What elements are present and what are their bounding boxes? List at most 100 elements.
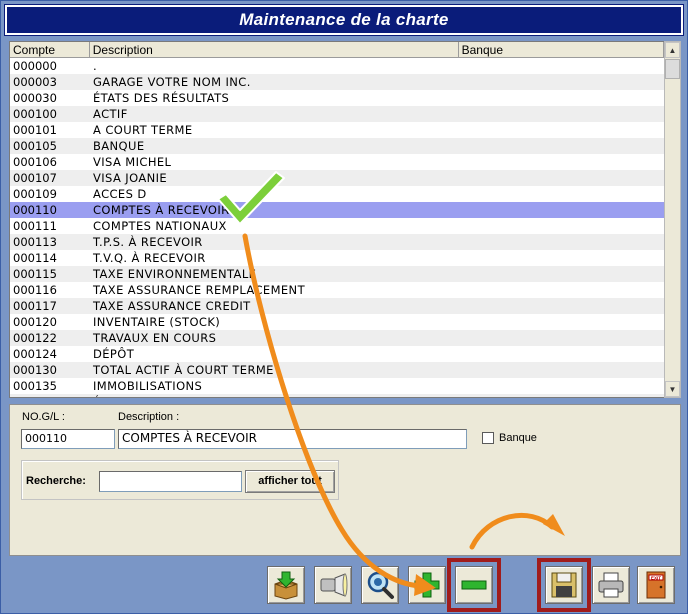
add-button[interactable] xyxy=(408,566,446,604)
cell-description: T.P.S. À RECEVOIR xyxy=(93,235,203,249)
cell-compte: 000116 xyxy=(13,283,57,297)
table-row-selected[interactable]: 000110 COMPTES À RECEVOIR xyxy=(10,202,664,218)
table-row[interactable]: 000114 T.V.Q. À RECEVOIR xyxy=(10,250,664,266)
find-button[interactable] xyxy=(314,566,352,604)
import-button[interactable] xyxy=(267,566,305,604)
account-list[interactable]: Compte Description Banque 000000. 000003 G… xyxy=(9,41,665,398)
show-all-button[interactable]: afficher tout xyxy=(245,470,335,493)
table-row[interactable]: 000117 TAXE ASSURANCE CREDIT xyxy=(10,298,664,314)
cell-compte: 000113 xyxy=(13,235,57,249)
cell-description: . xyxy=(93,59,98,73)
list-header: Compte Description Banque xyxy=(10,42,664,58)
cell-compte: 000101 xyxy=(13,123,57,137)
table-row[interactable]: 000111 COMPTES NATIONAUX xyxy=(10,218,664,234)
exit-door-icon: EXIT xyxy=(646,571,666,599)
plus-icon xyxy=(414,572,440,598)
cell-description: T.V.Q. À RECEVOIR xyxy=(93,251,206,265)
cell-description: VISA MICHEL xyxy=(93,155,172,169)
exit-label: EXIT xyxy=(651,575,661,580)
view-button[interactable] xyxy=(361,566,399,604)
print-button[interactable] xyxy=(592,566,630,604)
cell-compte: 000115 xyxy=(13,267,57,281)
table-row[interactable]: 000130 TOTAL ACTIF À COURT TERME xyxy=(10,362,664,378)
banque-checkbox[interactable] xyxy=(482,432,494,444)
cell-description: GARAGE VOTRE NOM INC. xyxy=(93,75,251,89)
cell-description: TAXE ASSURANCE REMPLACEMENT xyxy=(93,283,305,297)
search-label: Recherche: xyxy=(26,475,86,487)
detail-panel: NO.G/L : Description : 000110 COMPTES À … xyxy=(9,404,681,556)
cell-compte: 000117 xyxy=(13,299,57,313)
cell-compte: 000105 xyxy=(13,139,57,153)
scroll-thumb[interactable] xyxy=(665,59,680,79)
cell-compte: 000030 xyxy=(13,91,57,105)
search-group: Recherche: afficher tout xyxy=(21,460,339,500)
table-row[interactable]: 000030 ÉTATS DES RÉSULTATS xyxy=(10,90,664,106)
cell-description: TAXE ASSURANCE CREDIT xyxy=(93,299,251,313)
cell-description: A COURT TERME xyxy=(93,123,193,137)
table-row[interactable]: 000106 VISA MICHEL xyxy=(10,154,664,170)
cell-description: TOTAL ACTIF À COURT TERME xyxy=(93,363,274,377)
table-row[interactable]: 000101 A COURT TERME xyxy=(10,122,664,138)
list-scrollbar[interactable]: ▲ ▼ xyxy=(664,41,681,398)
table-row[interactable]: 000115 TAXE ENVIRONNEMENTALE xyxy=(10,266,664,282)
cell-compte: 000120 xyxy=(13,315,57,329)
cell-description: VISA JOANIE xyxy=(93,171,168,185)
description-field[interactable]: COMPTES À RECEVOIR xyxy=(118,429,467,449)
cell-compte: 000111 xyxy=(13,219,57,233)
cell-description: DÉPÔT xyxy=(93,347,135,361)
printer-icon xyxy=(598,572,624,598)
cell-compte: 000124 xyxy=(13,347,57,361)
exit-button[interactable]: EXIT xyxy=(637,566,675,604)
table-row[interactable]: 000107 VISA JOANIE xyxy=(10,170,664,186)
magnifier-icon xyxy=(367,571,394,599)
table-row[interactable]: ÉQUIPEMENT xyxy=(10,394,664,397)
cell-description: ACCES D xyxy=(93,187,147,201)
cell-compte: 000107 xyxy=(13,171,57,185)
cell-compte xyxy=(10,394,90,397)
cell-compte: 000114 xyxy=(13,251,57,265)
cell-compte: 000109 xyxy=(13,187,57,201)
table-row[interactable]: 000120 INVENTAIRE (STOCK) xyxy=(10,314,664,330)
cell-description: INVENTAIRE (STOCK) xyxy=(93,315,221,329)
delete-highlight-frame xyxy=(447,558,501,612)
cell-description: ÉTATS DES RÉSULTATS xyxy=(93,91,230,105)
main-window: Maintenance de la charte Compte Descript… xyxy=(0,0,688,614)
cell-description: IMMOBILISATIONS xyxy=(93,379,203,393)
table-row[interactable]: 000100 ACTIF xyxy=(10,106,664,122)
cell-description: TAXE ENVIRONNEMENTALE xyxy=(93,267,257,281)
cell-compte: 000003 xyxy=(13,75,57,89)
cell-compte: 000106 xyxy=(13,155,57,169)
list-rows: 000000. 000003 GARAGE VOTRE NOM INC. 000030… xyxy=(10,58,664,397)
cell-compte: 000135 xyxy=(13,379,57,393)
cell-compte: 000122 xyxy=(13,331,57,345)
search-input[interactable] xyxy=(99,471,242,492)
scroll-up-icon[interactable]: ▲ xyxy=(665,42,680,58)
table-row[interactable]: 000124 DÉPÔT xyxy=(10,346,664,362)
table-row[interactable]: 000122 TRAVAUX EN COURS xyxy=(10,330,664,346)
cell-compte: 000100 xyxy=(13,107,57,121)
cell-description: COMPTES À RECEVOIR xyxy=(93,203,230,217)
cell-compte: 000130 xyxy=(13,363,57,377)
table-row[interactable]: 000116 TAXE ASSURANCE REMPLACEMENT xyxy=(10,282,664,298)
cell-description: BANQUE xyxy=(93,139,145,153)
table-row[interactable]: 000135 IMMOBILISATIONS xyxy=(10,378,664,394)
table-row[interactable]: 000109 ACCES D xyxy=(10,186,664,202)
header-banque[interactable]: Banque xyxy=(459,42,664,57)
table-row[interactable]: 000003 GARAGE VOTRE NOM INC. xyxy=(10,74,664,90)
cell-description: COMPTES NATIONAUX xyxy=(93,219,227,233)
cell-compte: 000110 xyxy=(13,203,57,217)
window-title: Maintenance de la charte xyxy=(4,4,684,36)
scroll-down-icon[interactable]: ▼ xyxy=(665,381,680,397)
box-download-icon xyxy=(274,571,298,600)
table-row[interactable]: 000105 BANQUE xyxy=(10,138,664,154)
description-label: Description : xyxy=(118,411,180,423)
save-highlight-frame xyxy=(537,558,591,612)
flashlight-icon xyxy=(320,573,348,597)
header-description[interactable]: Description xyxy=(90,42,459,57)
gl-field[interactable]: 000110 xyxy=(21,429,115,449)
cell-description: TRAVAUX EN COURS xyxy=(93,331,217,345)
cell-description: ACTIF xyxy=(93,107,128,121)
table-row[interactable]: 000000. xyxy=(10,58,664,74)
header-compte[interactable]: Compte xyxy=(10,42,90,57)
table-row[interactable]: 000113 T.P.S. À RECEVOIR xyxy=(10,234,664,250)
